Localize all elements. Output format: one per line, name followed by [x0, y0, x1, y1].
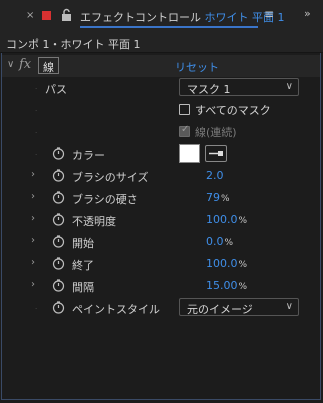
expand-chevron-icon[interactable]: › [31, 191, 35, 202]
end-unit: % [238, 260, 248, 270]
stopwatch-icon[interactable] [52, 169, 65, 182]
brush-hardness-number[interactable]: 79 [206, 191, 220, 204]
panel-menu-icon[interactable]: ≡ [264, 7, 274, 21]
effect-name[interactable]: 線 [38, 57, 59, 74]
paint-style-label: ペイントスタイル [72, 303, 160, 316]
stroke-sequentially-checkbox[interactable] [179, 124, 190, 137]
path-dropdown[interactable]: マスク 1 ∨ [179, 78, 299, 96]
expand-chevron-icon[interactable]: › [31, 169, 35, 180]
start-label: 開始 [72, 237, 94, 250]
comp-layer-label: コンポ 1・ホワイト 平面 1 [6, 38, 141, 51]
brush-hardness-value[interactable]: 79% [206, 191, 230, 204]
effect-controls-panel: ∨ fx 線 リセット · パス マスク 1 ∨ · すべてのマスク · 線(連… [0, 53, 323, 403]
end-number[interactable]: 100.0 [206, 257, 238, 270]
brush-hardness-label: ブラシの硬さ [72, 193, 138, 206]
color-label: カラー [72, 149, 105, 162]
spacing-number[interactable]: 15.00 [206, 279, 238, 292]
prop-row-stroke-sequentially: · 線(連続) [2, 121, 320, 143]
effect-header-row[interactable]: ∨ fx 線 リセット [2, 55, 320, 77]
stroke-sequentially-label: 線(連続) [195, 126, 237, 139]
spacing-value[interactable]: 15.00% [206, 279, 247, 292]
tab-title[interactable]: エフェクトコントロール ホワイト 平面 1 [80, 9, 285, 25]
spacing-label: 間隔 [72, 281, 94, 294]
prop-row-spacing[interactable]: › 間隔 15.00% [2, 275, 320, 297]
spacing-unit: % [238, 282, 248, 292]
stopwatch-icon[interactable] [52, 191, 65, 204]
brush-size-value[interactable]: 2.0 [206, 169, 225, 182]
path-label: パス [45, 83, 67, 96]
prop-row-end[interactable]: › 終了 100.0% [2, 253, 320, 275]
chevron-down-icon: ∨ [285, 301, 293, 312]
stopwatch-icon[interactable] [52, 147, 65, 160]
panel-tab-bar: × エフェクトコントロール ホワイト 平面 1 ≡ » [0, 0, 323, 33]
active-tab-indicator [80, 26, 258, 28]
prop-row-brush-hardness[interactable]: › ブラシの硬さ 79% [2, 187, 320, 209]
chevron-down-icon: ∨ [285, 81, 293, 92]
label-color-swatch[interactable] [42, 11, 51, 20]
start-value[interactable]: 0.0% [206, 235, 233, 248]
start-number[interactable]: 0.0 [206, 235, 224, 248]
opacity-number[interactable]: 100.0 [206, 213, 238, 226]
prop-row-paint-style: · ペイントスタイル 元のイメージ ∨ [2, 297, 320, 319]
collapse-effect-icon[interactable]: ∨ [7, 59, 14, 70]
end-value[interactable]: 100.0% [206, 257, 247, 270]
reset-link[interactable]: リセット [175, 59, 219, 75]
close-tab-icon[interactable]: × [26, 10, 34, 21]
all-masks-label[interactable]: すべてのマスク [195, 102, 271, 118]
prop-row-all-masks: · すべてのマスク [2, 99, 320, 121]
paint-style-dropdown[interactable]: 元のイメージ ∨ [179, 298, 299, 316]
more-panels-icon[interactable]: » [304, 7, 311, 20]
row-dot: · [35, 305, 38, 313]
stopwatch-icon[interactable] [52, 213, 65, 226]
row-dot: · [35, 129, 38, 137]
stopwatch-icon[interactable] [52, 279, 65, 292]
opacity-value[interactable]: 100.0% [206, 213, 247, 226]
path-dropdown-value: マスク 1 [187, 83, 231, 96]
row-dot: · [35, 107, 38, 115]
prop-row-brush-size[interactable]: › ブラシのサイズ 2.0 [2, 165, 320, 187]
eyedropper-icon[interactable] [205, 145, 227, 162]
brush-hardness-unit: % [221, 194, 230, 204]
prop-row-opacity[interactable]: › 不透明度 100.0% [2, 209, 320, 231]
fx-toggle-icon[interactable]: fx [19, 57, 31, 72]
row-dot: · [35, 151, 38, 159]
paint-style-value: 元のイメージ [187, 303, 253, 316]
prop-row-path: · パス マスク 1 ∨ [2, 77, 320, 99]
end-label: 終了 [72, 259, 94, 272]
opacity-unit: % [238, 216, 248, 226]
all-masks-checkbox[interactable] [179, 104, 190, 115]
stopwatch-icon[interactable] [52, 257, 65, 270]
lock-icon[interactable] [61, 8, 72, 22]
start-unit: % [224, 238, 234, 248]
row-dot: · [35, 85, 38, 93]
expand-chevron-icon[interactable]: › [31, 257, 35, 268]
stopwatch-icon[interactable] [52, 301, 65, 314]
expand-chevron-icon[interactable]: › [31, 213, 35, 224]
comp-layer-bar: コンポ 1・ホワイト 平面 1 [0, 33, 323, 53]
stopwatch-icon[interactable] [52, 235, 65, 248]
expand-chevron-icon[interactable]: › [31, 235, 35, 246]
color-swatch[interactable] [179, 144, 200, 163]
brush-size-label: ブラシのサイズ [72, 171, 149, 184]
opacity-label: 不透明度 [72, 215, 116, 228]
brush-size-number[interactable]: 2.0 [206, 169, 224, 182]
prop-row-start[interactable]: › 開始 0.0% [2, 231, 320, 253]
tab-title-prefix: エフェクトコントロール [80, 11, 201, 24]
expand-chevron-icon[interactable]: › [31, 279, 35, 290]
prop-row-color: · カラー [2, 143, 320, 165]
